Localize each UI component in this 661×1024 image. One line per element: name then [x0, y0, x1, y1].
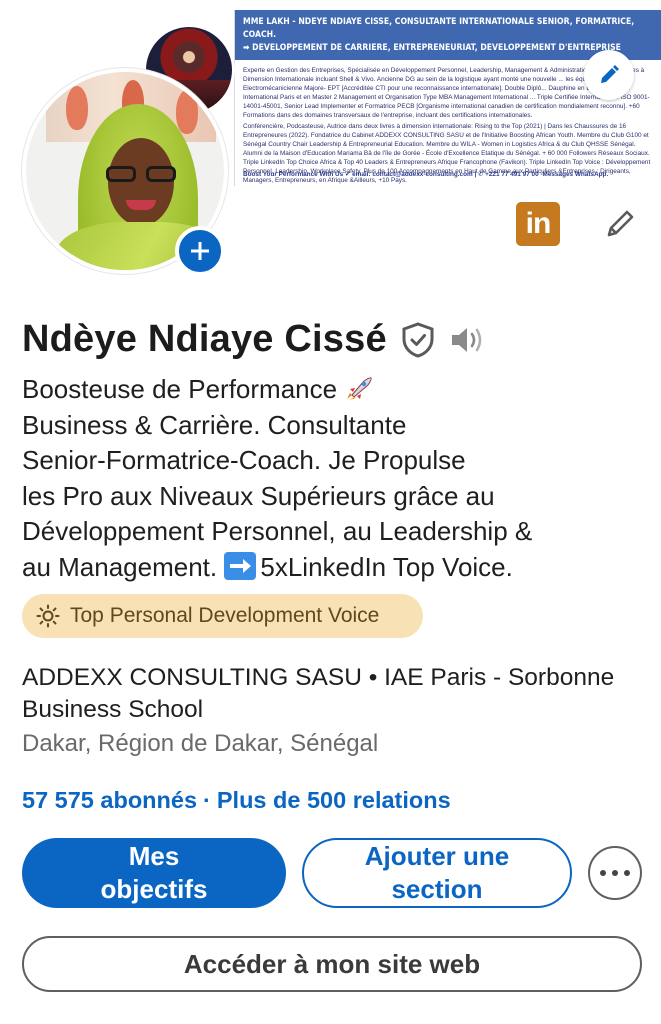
banner-footer: Boost Your Performance With Us ✔ email: … — [243, 171, 609, 178]
tulip-graphic — [176, 90, 198, 134]
right-arrow-icon — [224, 551, 257, 580]
headline-text: Business & Carrière. Consultante — [22, 409, 407, 440]
company-line: Business School — [22, 696, 204, 723]
pencil-icon — [601, 65, 619, 83]
more-dot — [624, 870, 630, 876]
headline-text: Senior-Formatrice-Coach. Je Propulse — [22, 445, 466, 475]
goals-button-label: objectifs — [100, 874, 208, 904]
profile-banner[interactable]: MME LAKH - NDEYE NDIAYE CISSE, CONSULTAN… — [234, 10, 661, 186]
profile-headline: Boosteuse de Performance Business & Carr… — [22, 372, 637, 585]
more-options-button[interactable] — [588, 846, 642, 900]
rocket-icon — [347, 377, 372, 400]
profile-name: Ndèye Ndiaye Cissé — [22, 318, 387, 360]
lightbulb-icon — [36, 604, 60, 628]
company-education[interactable]: ADDEXX CONSULTING SASU • IAE Paris - Sor… — [22, 662, 642, 726]
banner-title-line2: ➡ DEVELOPPEMENT DE CARRIERE, ENTREPRENEU… — [243, 43, 621, 53]
top-voice-badge[interactable]: Top Personal Development Voice — [22, 594, 423, 638]
more-dot — [612, 870, 618, 876]
headline-text: les Pro aux Niveaux Supérieurs grâce au — [22, 480, 495, 511]
add-section-label: Ajouter une — [364, 841, 510, 871]
profile-location: Dakar, Région de Dakar, Sénégal — [22, 730, 379, 757]
plus-icon — [191, 242, 209, 260]
headline-text: Développement Personnel, au Leadership & — [22, 516, 533, 546]
headline-text: au Management. — [22, 551, 218, 582]
add-section-button[interactable]: Ajouter une section — [302, 838, 572, 908]
pencil-icon — [607, 210, 634, 237]
connections-link[interactable]: Plus de 500 relations — [217, 787, 451, 813]
company-line: ADDEXX CONSULTING SASU • IAE Paris - Sor… — [22, 664, 615, 691]
glasses-graphic — [106, 166, 176, 184]
add-photo-button[interactable] — [175, 226, 225, 276]
more-dot — [600, 870, 606, 876]
headline-text: 5xLinkedIn Top Voice. — [260, 551, 513, 582]
voice-badge-label: Top Personal Development Voice — [70, 604, 380, 627]
headline-text: Boosteuse de Performance — [22, 374, 338, 404]
followers-link[interactable]: 57 575 abonnés — [22, 787, 197, 813]
website-button[interactable]: Accéder à mon site web — [22, 936, 642, 992]
edit-profile-button[interactable] — [598, 202, 642, 246]
goals-button-label: Mes — [128, 841, 180, 871]
verified-shield-icon[interactable] — [401, 321, 435, 358]
pronunciation-speaker-icon[interactable] — [449, 325, 485, 355]
name-row: Ndèye Ndiaye Cissé — [22, 318, 485, 361]
tulip-graphic — [66, 86, 88, 130]
edit-banner-button[interactable] — [584, 50, 634, 100]
add-section-label: section — [391, 874, 483, 904]
banner-title-line1: MME LAKH - NDEYE NDIAYE CISSE, CONSULTAN… — [243, 17, 635, 40]
goals-button[interactable]: Mes objectifs — [22, 838, 286, 908]
stats-separator: · — [203, 787, 211, 813]
profile-stats: 57 575 abonnés · Plus de 500 relations — [22, 787, 451, 814]
linkedin-logo-icon[interactable]: in — [516, 202, 560, 246]
